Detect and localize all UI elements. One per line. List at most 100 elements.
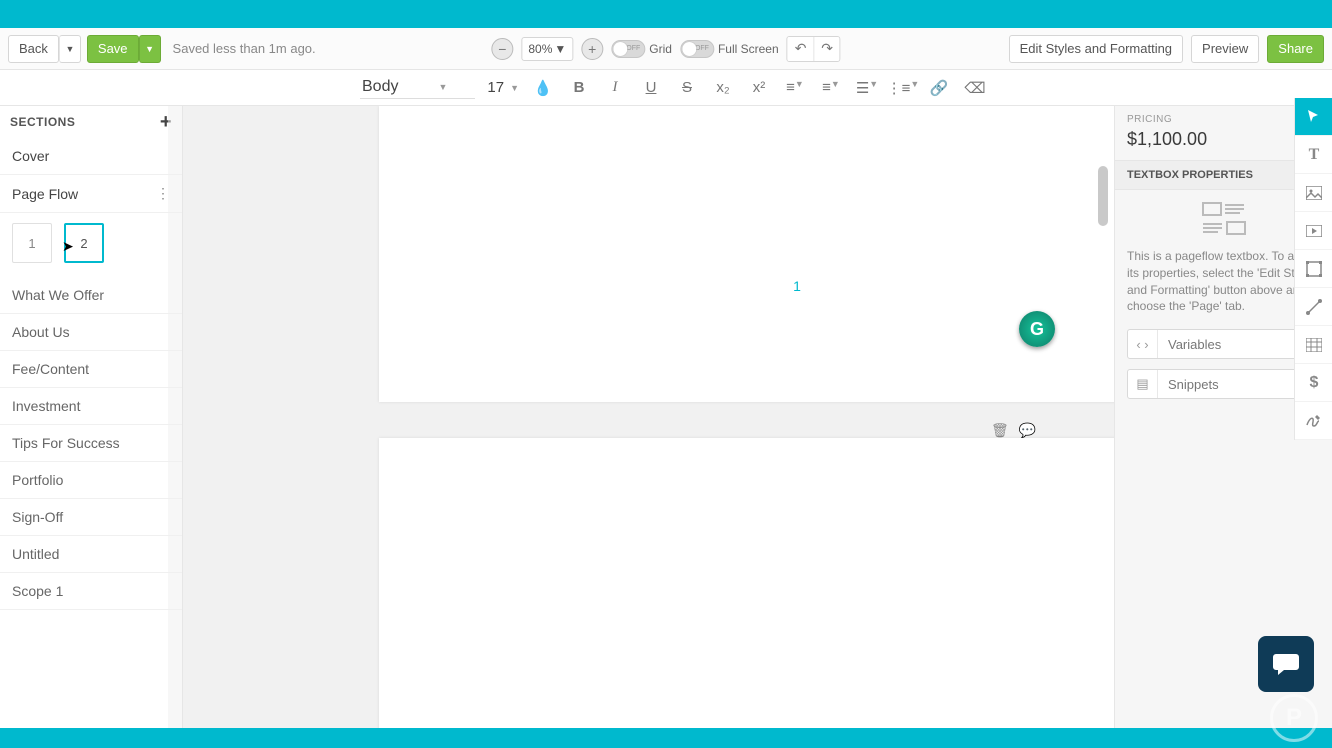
back-button-group: Back ▼ [8,35,81,63]
section-label: Cover [12,148,49,164]
section-label: Investment [12,398,80,414]
page-thumb-1[interactable]: 1 [12,223,52,263]
undo-button[interactable]: ↶ [788,37,814,61]
save-dropdown[interactable]: ▼ [139,35,161,63]
section-item-page-flow[interactable]: Page Flow ⋮ [0,175,182,213]
zoom-level[interactable]: 80% ▼ [521,37,573,61]
preview-button[interactable]: Preview [1191,35,1259,63]
snippets-button[interactable]: ▤ Snippets [1127,369,1320,399]
sidebar-scrollbar[interactable] [168,106,182,728]
grid-toggle[interactable]: OFF [611,40,645,58]
edit-styles-button[interactable]: Edit Styles and Formatting [1009,35,1183,63]
section-label: Untitled [12,546,59,562]
video-tool-icon[interactable] [1295,212,1332,250]
chevron-down-icon: ▼ [510,83,519,93]
signature-tool-icon[interactable] [1295,402,1332,440]
section-item-sign-off[interactable]: Sign-Off [0,499,182,536]
shape-tool-icon[interactable] [1295,250,1332,288]
page-tools: 🗑 💬 [991,422,1036,439]
back-dropdown[interactable]: ▼ [59,35,81,63]
text-tool-icon[interactable]: T [1295,136,1332,174]
section-label: Portfolio [12,472,63,488]
variables-label: Variables [1158,337,1231,352]
section-item-tips[interactable]: Tips For Success [0,425,182,462]
sections-header: SECTIONS + [0,106,182,138]
sections-title: SECTIONS [10,115,75,129]
font-size-value: 17 [487,79,504,96]
format-bar: Body ▼ 17 ▼ 💧 B I U S x₂ x² ≡▼ ≡▼ ☰▼ ⋮≡▼… [0,70,1332,106]
top-toolbar: Back ▼ Save ▼ Saved less than 1m ago. − … [0,28,1332,70]
snippet-icon: ▤ [1128,370,1158,398]
grid-label: Grid [649,42,672,56]
section-item-fee-content[interactable]: Fee/Content [0,351,182,388]
chevron-down-icon: ▼ [554,42,566,56]
section-label: Page Flow [12,186,78,202]
unordered-list-button[interactable]: ⋮≡▼ [891,79,915,97]
section-label: What We Offer [12,287,104,303]
pointer-tool-icon[interactable] [1295,98,1332,136]
grammarly-icon[interactable]: G [1019,311,1055,347]
link-button[interactable]: 🔗 [927,79,951,97]
section-item-untitled[interactable]: Untitled [0,536,182,573]
section-item-cover[interactable]: Cover [0,138,182,175]
align-button[interactable]: ≡▼ [819,79,843,96]
ordered-list-button[interactable]: ☰▼ [855,79,879,97]
line-height-button[interactable]: ≡▼ [783,79,807,96]
pricing-value: $1,100.00 [1127,129,1207,150]
font-size-select[interactable]: 17 ▼ [487,79,519,96]
page-thumb-2[interactable]: 2 [64,223,104,263]
delete-page-icon[interactable]: 🗑 [991,422,1009,439]
strikethrough-button[interactable]: S [675,79,699,96]
comment-page-icon[interactable]: 💬 [1019,422,1036,439]
code-icon: ‹ › [1128,330,1158,358]
toolbar-right: Edit Styles and Formatting Preview Share [1009,35,1324,63]
section-item-about-us[interactable]: About Us [0,314,182,351]
snippets-label: Snippets [1158,377,1229,392]
chat-bubble-icon[interactable] [1258,636,1314,692]
section-item-portfolio[interactable]: Portfolio [0,462,182,499]
page-number: 1 [793,278,801,294]
app-window: Back ▼ Save ▼ Saved less than 1m ago. − … [0,28,1332,728]
superscript-button[interactable]: x² [747,79,771,96]
save-button-group: Save ▼ [87,35,161,63]
share-button[interactable]: Share [1267,35,1324,63]
bold-button[interactable]: B [567,79,591,96]
section-label: Sign-Off [12,509,63,525]
page-1[interactable]: 1 [379,106,1114,402]
line-tool-icon[interactable] [1295,288,1332,326]
underline-button[interactable]: U [639,79,663,96]
section-item-investment[interactable]: Investment [0,388,182,425]
canvas-scrollbar[interactable] [1098,166,1108,226]
save-button[interactable]: Save [87,35,139,63]
image-tool-icon[interactable] [1295,174,1332,212]
paragraph-style-value: Body [362,78,398,96]
fee-tool-icon[interactable]: $ [1295,364,1332,402]
clear-format-button[interactable]: ⌫ [963,79,987,97]
zoom-in-icon[interactable]: + [581,38,603,60]
chevron-down-icon: ▼ [438,82,447,92]
variables-button[interactable]: ‹ › Variables [1127,329,1320,359]
canvas[interactable]: 1 🗑 💬 Click to add c... G [183,106,1114,728]
subscript-button[interactable]: x₂ [711,79,735,96]
section-item-what-we-offer[interactable]: What We Offer [0,277,182,314]
zoom-out-icon[interactable]: − [491,38,513,60]
watermark-logo-icon: P [1270,694,1318,742]
redo-button[interactable]: ↷ [814,37,840,61]
paragraph-style-select[interactable]: Body ▼ [360,76,475,99]
page-2[interactable]: Click to add c... [379,438,1114,728]
section-label: Scope 1 [12,583,63,599]
sections-sidebar: SECTIONS + Cover Page Flow ⋮ 1 2 What We… [0,106,183,728]
table-tool-icon[interactable] [1295,326,1332,364]
section-item-scope-1[interactable]: Scope 1 [0,573,182,610]
section-label: Fee/Content [12,361,89,377]
text-color-icon[interactable]: 💧 [531,79,555,97]
italic-button[interactable]: I [603,79,627,96]
tool-rail: T $ [1294,98,1332,440]
fullscreen-toggle[interactable]: OFF [680,40,714,58]
textbox-help-text: This is a pageflow textbox. To adjust it… [1127,248,1320,315]
section-label: About Us [12,324,70,340]
toolbar-center: − 80% ▼ + OFF Grid OFF Full Screen ↶ ↷ [491,36,840,62]
zoom-value: 80% [528,42,552,56]
main-area: SECTIONS + Cover Page Flow ⋮ 1 2 What We… [0,106,1332,728]
back-button[interactable]: Back [8,35,59,63]
